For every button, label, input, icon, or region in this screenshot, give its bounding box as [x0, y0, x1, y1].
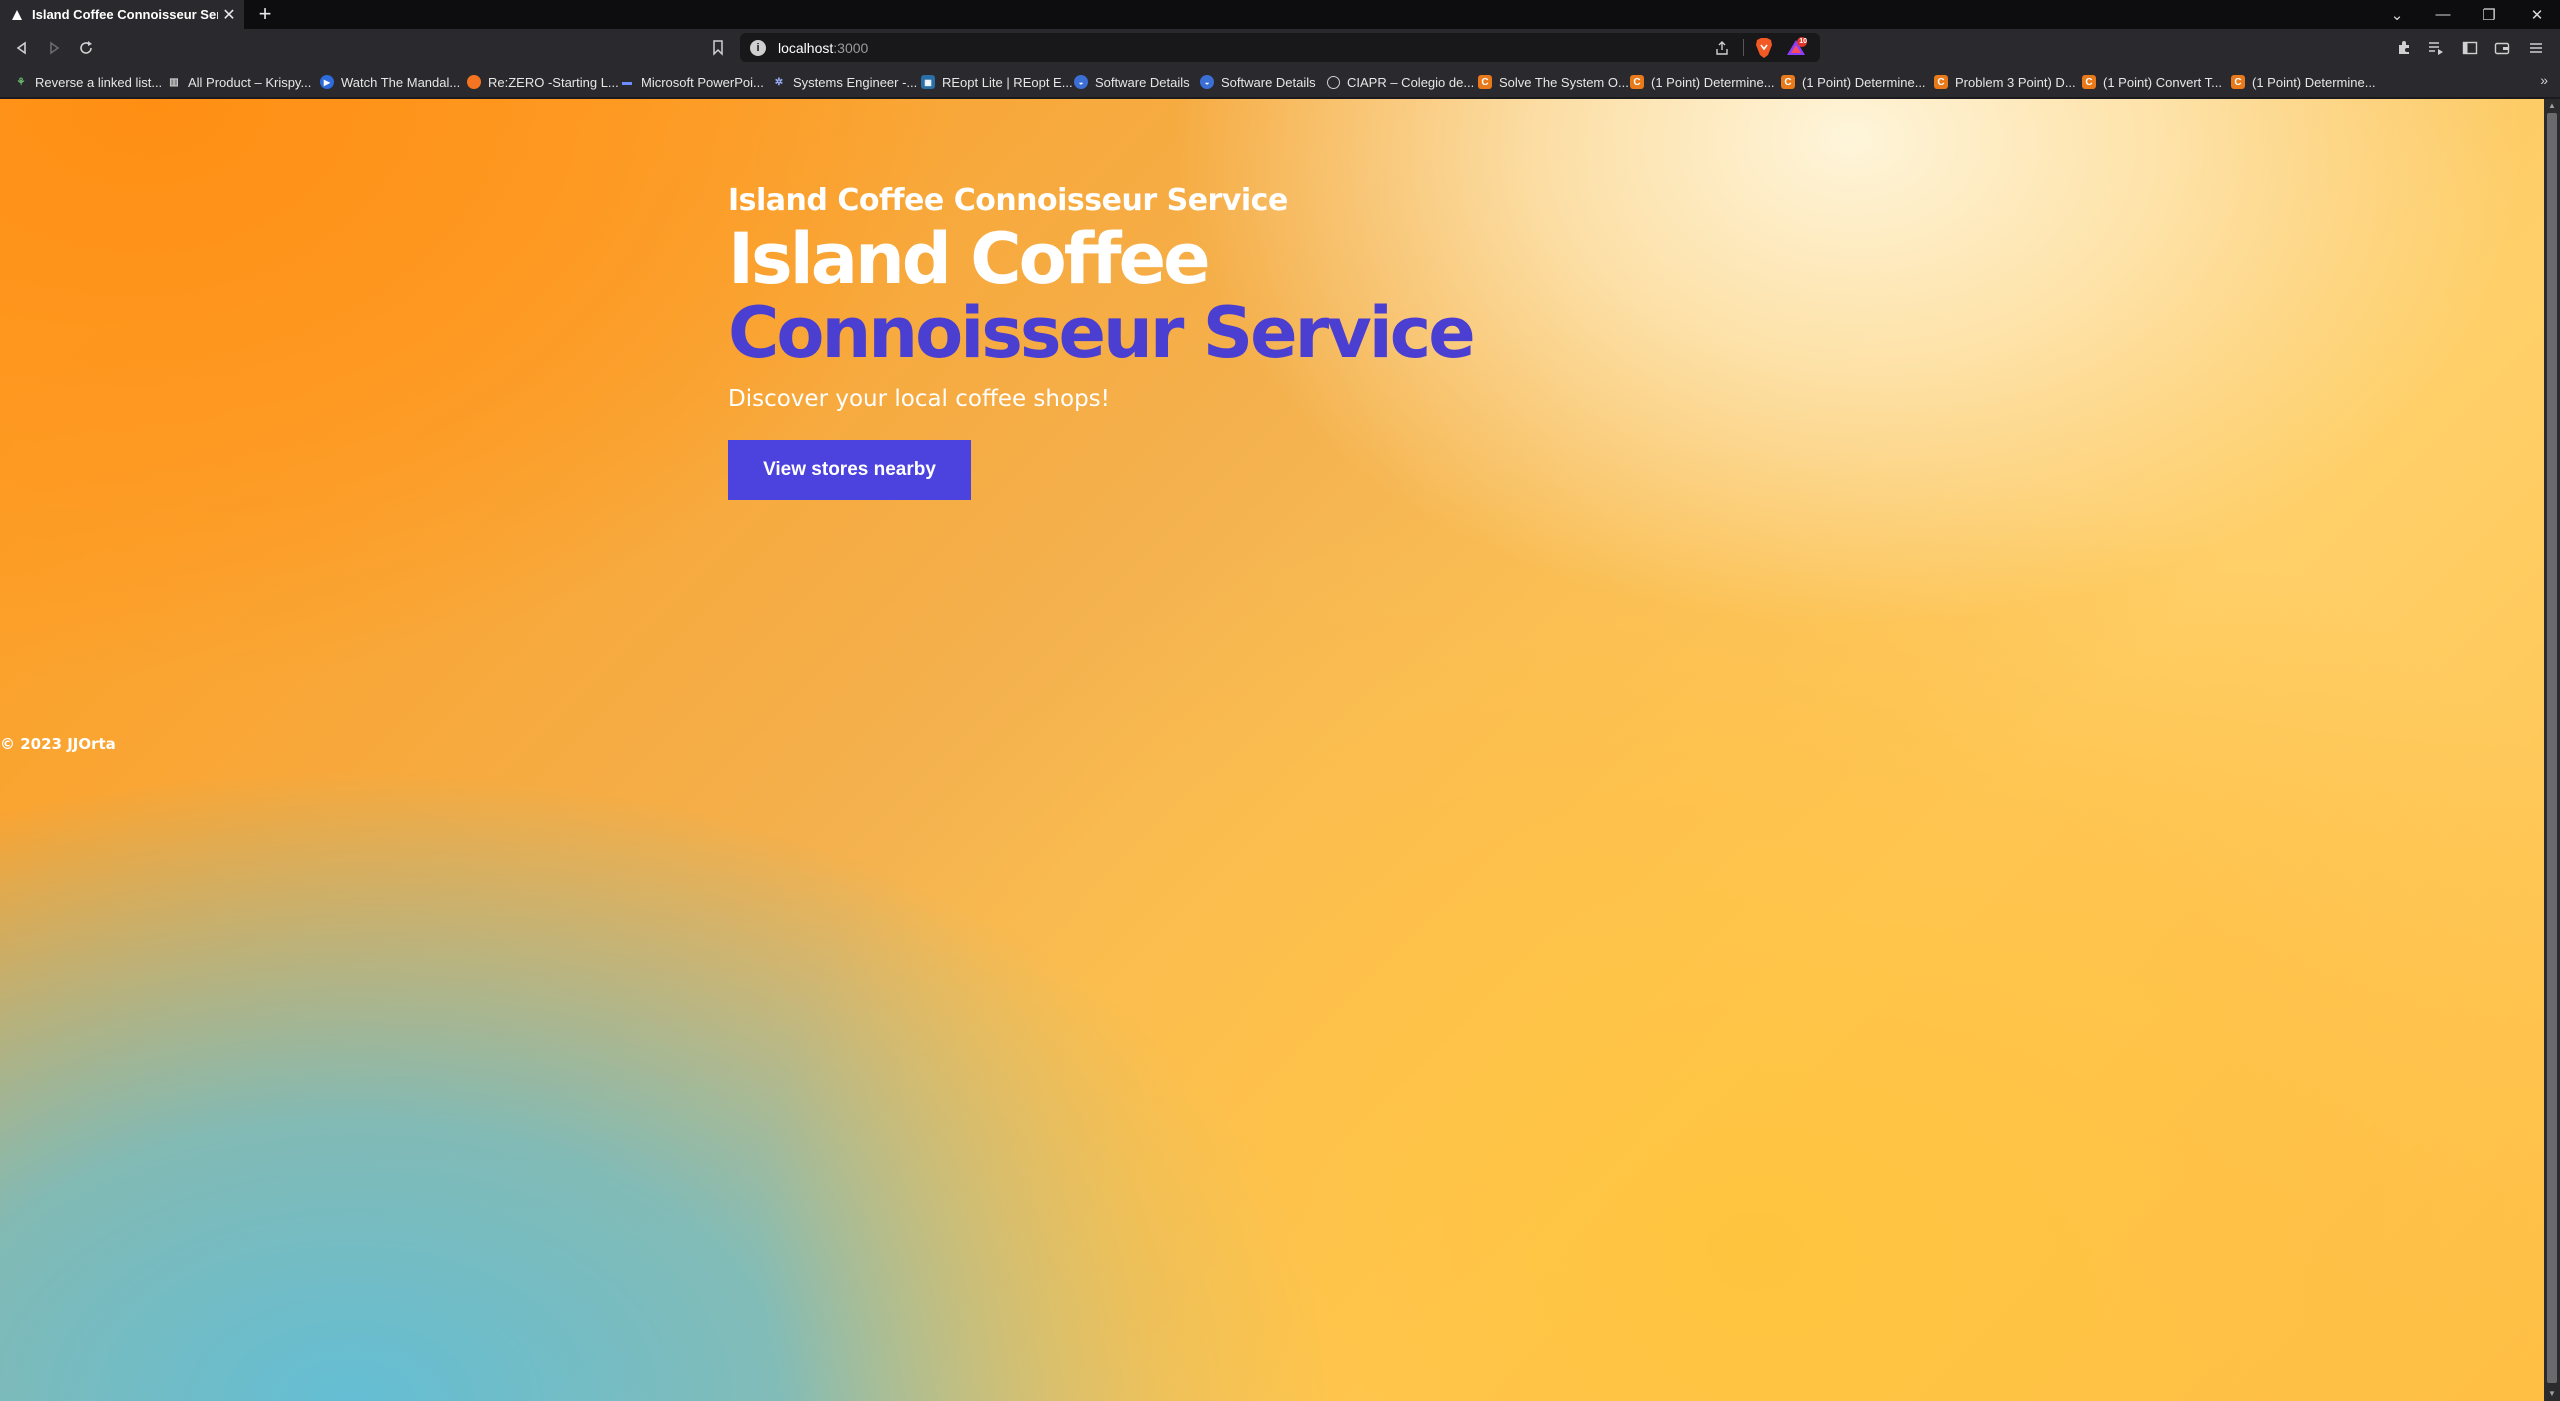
minimize-button[interactable]: —: [2420, 0, 2466, 29]
tab-strip: Island Coffee Connoisseur Service ✕ + ⌄ …: [0, 0, 2560, 29]
page-scrollbar[interactable]: ▲ ▼: [2544, 99, 2560, 1401]
rewards-badge: 10: [1799, 38, 1807, 45]
scrollbar-thumb[interactable]: [2547, 113, 2557, 1383]
page-footer: © 2023 JJOrta: [0, 735, 116, 753]
page-headline: Island Coffee Connoisseur Service: [728, 222, 1628, 370]
brave-rewards-icon[interactable]: 10: [1786, 37, 1808, 59]
bookmark-item[interactable]: CIAPR – Colegio de...: [1327, 72, 1474, 92]
wallet-icon[interactable]: [2492, 38, 2512, 58]
bookmark-item[interactable]: ✲ Systems Engineer -...: [772, 72, 917, 92]
chegg-icon: C: [1781, 75, 1795, 89]
tab-title: Island Coffee Connoisseur Service: [32, 7, 218, 22]
bookmark-item[interactable]: Re:ZERO -Starting L...: [467, 72, 619, 92]
bookmark-item[interactable]: ⚘ Reverse a linked list...: [14, 72, 163, 92]
bookmark-item[interactable]: C Problem 3 Point) D...: [1934, 72, 2076, 92]
address-text: localhost:3000: [778, 39, 869, 56]
dash-icon: ▬: [622, 76, 632, 88]
back-button[interactable]: [10, 36, 34, 60]
chegg-icon: C: [1478, 75, 1492, 89]
bookmark-item[interactable]: ◒ Software Details: [1074, 72, 1190, 92]
browser-tab-active[interactable]: Island Coffee Connoisseur Service ✕: [0, 0, 244, 29]
address-divider: [1743, 39, 1744, 56]
chegg-icon: C: [1630, 75, 1644, 89]
scroll-up-icon[interactable]: ▲: [2547, 101, 2557, 111]
bookmark-item[interactable]: C (1 Point) Determine...: [1630, 72, 1775, 92]
address-bar[interactable]: i localhost:3000 10: [740, 33, 1820, 62]
chegg-icon: C: [2082, 75, 2096, 89]
page-subtitle: Discover your local coffee shops!: [728, 386, 1110, 412]
bookmark-item[interactable]: C (1 Point) Convert T...: [2082, 72, 2222, 92]
hero-section: Island Coffee Connoisseur Service Island…: [728, 183, 1628, 500]
bookmark-item[interactable]: ▬ Microsoft PowerPoi...: [620, 72, 764, 92]
globe-icon: ◒: [1200, 75, 1214, 89]
page-eyebrow-title: Island Coffee Connoisseur Service: [728, 183, 1288, 218]
gear-icon: ✲: [774, 76, 784, 88]
extensions-icon[interactable]: [2394, 38, 2414, 58]
chegg-icon: C: [1934, 75, 1948, 89]
bookmarks-bar: ⚘ Reverse a linked list... ▥ All Product…: [0, 66, 2560, 98]
bars-icon: ▥: [169, 76, 179, 88]
bookmark-item[interactable]: ▶ Watch The Mandal...: [320, 72, 460, 92]
bookmark-item[interactable]: C (1 Point) Determine...: [2231, 72, 2376, 92]
view-stores-nearby-button[interactable]: View stores nearby: [728, 440, 971, 500]
site-info-icon[interactable]: i: [750, 39, 766, 56]
chegg-icon: C: [2231, 75, 2245, 89]
leaf-icon: ⚘: [16, 76, 26, 88]
browser-toolbar: i localhost:3000 10: [0, 29, 2560, 66]
page-viewport: Island Coffee Connoisseur Service Island…: [0, 99, 2544, 1401]
tab-search-icon[interactable]: ⌄: [2374, 0, 2420, 29]
brave-shields-icon[interactable]: [1754, 37, 1774, 59]
headline-white-part: Island Coffee: [728, 218, 1211, 300]
sidebar-icon[interactable]: [2460, 38, 2480, 58]
headline-accent-part: Connoisseur Service: [728, 292, 1476, 374]
reopt-icon: ▦: [921, 75, 935, 89]
bookmark-item[interactable]: C (1 Point) Determine...: [1781, 72, 1926, 92]
bookmark-this-page-icon[interactable]: [708, 36, 728, 60]
new-tab-button[interactable]: +: [254, 3, 276, 25]
bookmark-item[interactable]: ◒ Software Details: [1200, 72, 1316, 92]
triangle-icon: [10, 8, 24, 22]
play-icon: ▶: [320, 75, 334, 89]
crunchyroll-icon: [467, 75, 481, 89]
bookmark-item[interactable]: ▦ REopt Lite | REopt E...: [921, 72, 1073, 92]
tab-close-icon[interactable]: ✕: [218, 4, 240, 26]
bookmark-item[interactable]: C Solve The System O...: [1478, 72, 1629, 92]
playlist-icon[interactable]: [2426, 38, 2446, 58]
forward-button[interactable]: [42, 36, 66, 60]
reload-button[interactable]: [74, 36, 98, 60]
bookmark-item[interactable]: ▥ All Product – Krispy...: [167, 72, 311, 92]
bookmarks-overflow-icon[interactable]: »: [2540, 72, 2548, 88]
chrome-icon: [1327, 75, 1340, 89]
globe-icon: ◒: [1074, 75, 1088, 89]
scroll-down-icon[interactable]: ▼: [2547, 1389, 2557, 1399]
close-window-button[interactable]: ✕: [2514, 0, 2560, 29]
menu-icon[interactable]: [2526, 38, 2546, 58]
restore-button[interactable]: ❐: [2466, 0, 2512, 29]
share-icon[interactable]: [1712, 38, 1732, 58]
